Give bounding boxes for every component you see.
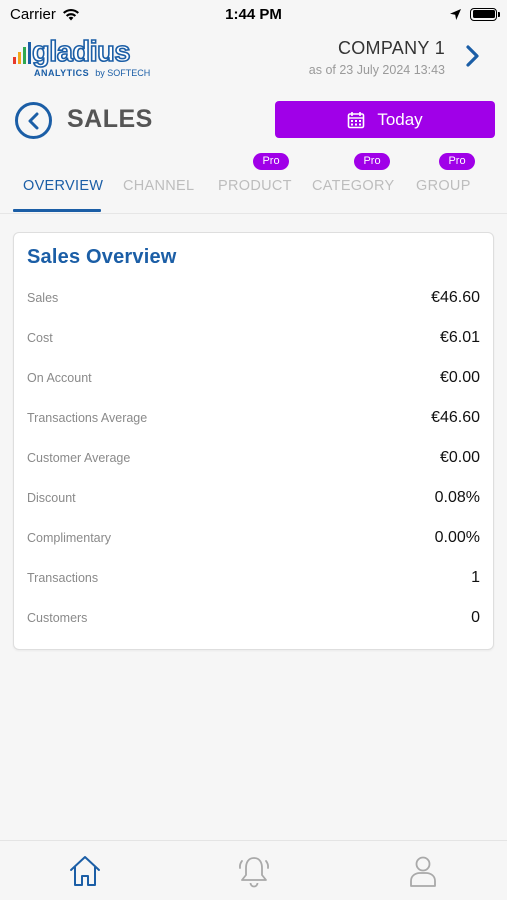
metric-label: Sales [27,291,59,305]
metric-value: €6.01 [439,329,480,346]
back-button[interactable] [15,102,52,139]
metric-row-on-account: On Account €0.00 [27,366,480,390]
metric-value: 0 [471,609,480,626]
metric-row-customers: Customers 0 [27,606,480,630]
tab-category[interactable]: CATEGORY [312,178,394,194]
user-icon[interactable] [406,853,440,889]
gladius-logo: gladius ANALYTICS by SOFTECH [12,36,162,78]
metric-value: €0.00 [439,449,480,466]
logo-analytics: ANALYTICS [34,68,90,78]
tab-overview[interactable]: OVERVIEW [23,178,103,194]
pro-badge: Pro [354,153,390,170]
metric-value: €46.60 [431,289,480,306]
metric-value: 0.00% [434,529,480,546]
location-arrow-icon [450,8,461,20]
metric-value: 1 [471,569,480,586]
wifi-icon [62,8,79,20]
metric-row-discount: Discount 0.08% [27,486,480,510]
metric-label: Transactions [27,571,99,585]
metric-value: €46.60 [431,409,480,426]
data-timestamp: as of 23 July 2024 13:43 [308,63,445,77]
status-bar: Carrier 1:44 PM [0,0,507,28]
metric-label: Customers [27,611,88,625]
page-title: SALES [67,105,153,133]
pro-badge: Pro [253,153,289,170]
metric-row-cost: Cost €6.01 [27,326,480,350]
metric-label: Cost [27,331,53,345]
date-range-button[interactable]: Today [275,101,495,138]
bottom-nav [0,840,507,900]
logo-subtitle: ANALYTICS by SOFTECH [34,68,150,78]
page-header: SALES Today [0,96,507,146]
tab-bar: OVERVIEW CHANNEL Pro PRODUCT Pro CATEGOR… [0,152,507,214]
tab-product[interactable]: PRODUCT [218,178,292,194]
date-range-label: Today [377,109,423,129]
sales-overview-card: Sales Overview Sales €46.60 Cost €6.01 O… [13,232,494,650]
app-header: gladius ANALYTICS by SOFTECH COMPANY 1 as… [0,30,507,88]
calendar-icon [348,111,365,128]
metric-label: Transactions Average [27,411,148,425]
metric-label: Complimentary [27,531,112,545]
metric-value: 0.08% [434,489,480,506]
metric-row-transactions-average: Transactions Average €46.60 [27,406,480,430]
battery-icon [470,7,500,21]
chevron-right-icon[interactable] [463,44,481,68]
carrier-label: Carrier [10,5,56,23]
tab-group[interactable]: GROUP [416,178,471,194]
metric-label: Discount [27,491,76,505]
company-selector[interactable]: COMPANY 1 as of 23 July 2024 13:43 [309,38,445,77]
home-icon[interactable] [68,853,102,889]
logo-by-softech: by SOFTECH [95,68,151,78]
bell-icon[interactable] [237,853,271,889]
metric-row-customer-average: Customer Average €0.00 [27,446,480,470]
tab-channel[interactable]: CHANNEL [123,178,194,194]
card-title: Sales Overview [27,246,177,268]
company-name: COMPANY 1 [337,38,445,58]
metric-label: Customer Average [27,451,131,465]
status-left: Carrier [10,6,80,23]
chevron-left-icon [28,112,38,129]
logo-wordmark: gladius [31,36,131,68]
logo-bars-icon [13,42,31,64]
metric-label: On Account [27,371,92,385]
active-tab-indicator [13,209,101,212]
metric-row-transactions: Transactions 1 [27,566,480,590]
metric-row-complimentary: Complimentary 0.00% [27,526,480,550]
pro-badge: Pro [439,153,475,170]
metric-value: €0.00 [439,369,480,386]
status-right [449,7,500,21]
metric-row-sales: Sales €46.60 [27,286,480,310]
